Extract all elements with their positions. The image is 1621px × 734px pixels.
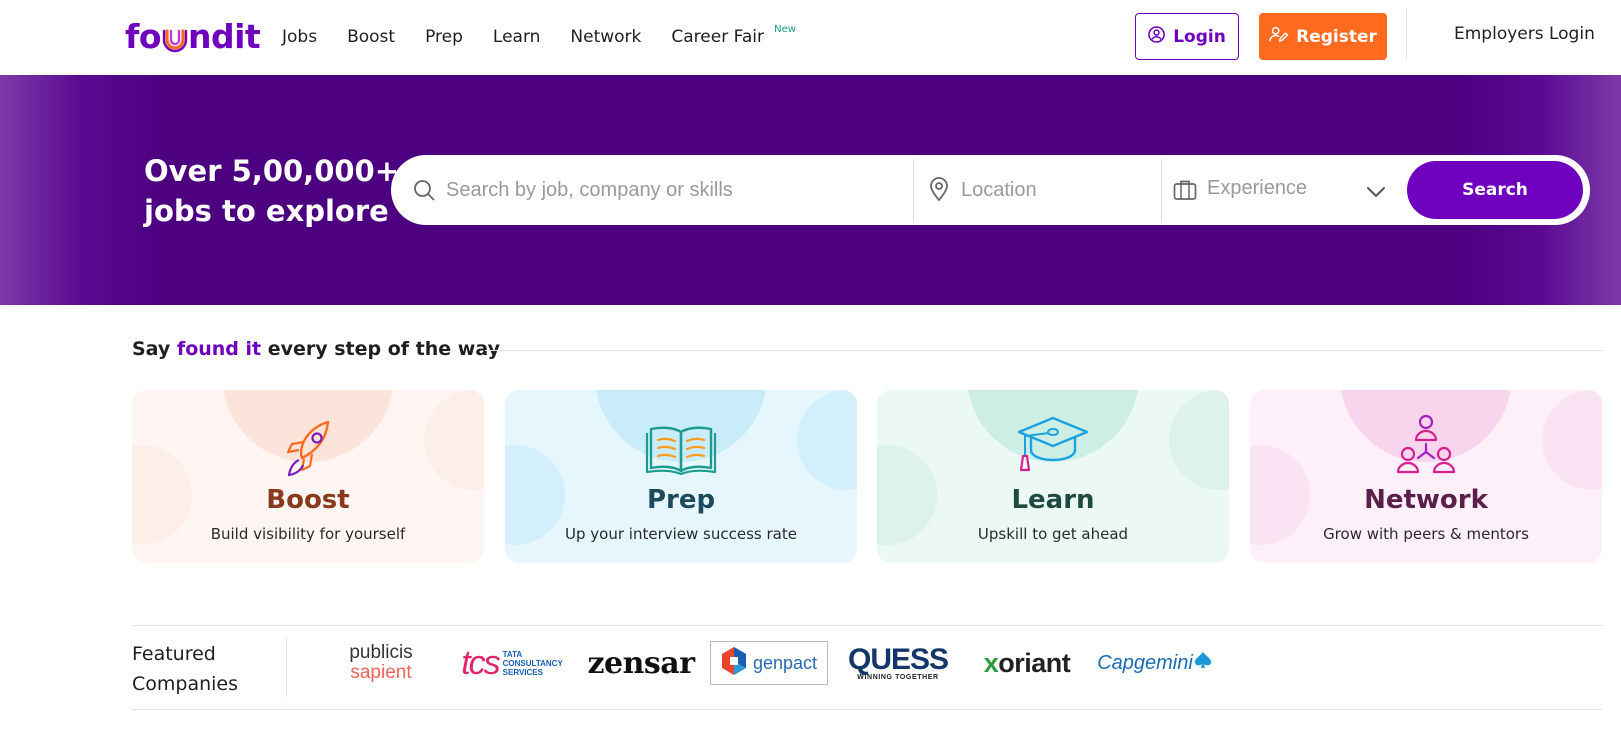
search-input[interactable] xyxy=(446,172,896,208)
publicis-sapient-logo[interactable]: publicis sapient xyxy=(340,643,422,683)
card-subtitle: Upskill to get ahead xyxy=(977,525,1129,543)
header-divider xyxy=(1406,8,1407,60)
hero-banner: Over 5,00,000+ jobs to explore Experienc… xyxy=(0,75,1621,305)
card-title: Prep xyxy=(646,485,716,515)
tcs-logo[interactable]: tcs TATA CONSULTANCY SERVICES xyxy=(452,643,572,683)
network-people-icon xyxy=(1386,410,1466,480)
card-decoration xyxy=(797,390,857,490)
nav-career-fair-label: Career Fair xyxy=(671,27,764,47)
employers-login-link[interactable]: Employers Login xyxy=(1454,24,1595,44)
card-learn[interactable]: Learn Upskill to get ahead xyxy=(877,390,1229,563)
heading-suffix: every step of the way xyxy=(261,338,500,360)
card-subtitle: Up your interview success rate xyxy=(565,525,797,543)
login-label: Login xyxy=(1173,26,1226,47)
user-circle-icon xyxy=(1148,25,1165,48)
featured-label-line1: Featured xyxy=(132,643,216,665)
featured-top-divider xyxy=(132,625,1603,626)
tcs-wordmark: TATA CONSULTANCY SERVICES xyxy=(503,650,563,677)
card-prep[interactable]: Prep Up your interview success rate xyxy=(505,390,857,563)
register-button[interactable]: Register xyxy=(1259,13,1387,60)
location-input[interactable] xyxy=(961,172,1151,208)
experience-placeholder: Experience xyxy=(1207,177,1308,199)
login-button[interactable]: Login xyxy=(1135,13,1239,60)
register-label: Register xyxy=(1296,26,1377,47)
publicis-text: publicis xyxy=(349,642,413,663)
card-subtitle: Grow with peers & mentors xyxy=(1323,525,1529,543)
user-pen-icon xyxy=(1269,26,1289,48)
xoriant-logo[interactable]: x oriant xyxy=(972,643,1082,683)
xoriant-rest: oriant xyxy=(998,647,1071,678)
tcs-line2: CONSULTANCY xyxy=(502,658,563,668)
quess-text: QUESS xyxy=(847,642,949,676)
genpact-text: genpact xyxy=(752,652,818,673)
graduation-cap-icon xyxy=(1013,410,1093,480)
capgemini-spade-icon xyxy=(1193,651,1213,675)
card-title: Boost xyxy=(266,485,350,515)
nav-prep[interactable]: Prep xyxy=(425,24,463,50)
hero-title: Over 5,00,000+ jobs to explore xyxy=(144,151,399,231)
tcs-line3: SERVICES xyxy=(502,667,543,677)
heading-highlight: found it xyxy=(176,338,262,360)
quess-logo[interactable]: QUESS WINNING TOGETHER xyxy=(843,643,953,683)
card-boost[interactable]: Boost Build visibility for yourself xyxy=(132,390,484,563)
nav-network[interactable]: Network xyxy=(570,24,641,50)
featured-divider xyxy=(286,637,287,697)
location-pin-icon xyxy=(929,177,949,206)
capgemini-logo[interactable]: Capgemini xyxy=(1097,643,1213,683)
main-nav: Jobs Boost Prep Learn Network Career Fai… xyxy=(282,24,796,50)
card-subtitle: Build visibility for yourself xyxy=(210,525,406,543)
quess-tagline: WINNING TOGETHER xyxy=(857,673,939,681)
genpact-mark-icon xyxy=(721,646,747,681)
nav-boost[interactable]: Boost xyxy=(347,24,395,50)
hero-title-line1: Over 5,00,000+ xyxy=(144,154,400,188)
card-decoration xyxy=(424,390,484,490)
featured-label-line2: Companies xyxy=(132,673,239,695)
section-heading: Say found it every step of the way xyxy=(132,338,500,360)
card-decoration xyxy=(1542,390,1602,490)
new-badge: New xyxy=(774,24,796,35)
search-divider xyxy=(913,159,914,221)
zensar-logo[interactable]: zensar xyxy=(583,643,699,683)
site-header: fo ndit Jobs Boost Prep Learn Network Ca… xyxy=(0,0,1621,75)
sapient-text: sapient xyxy=(350,662,412,683)
search-icon xyxy=(413,179,435,205)
tcs-line1: TATA xyxy=(502,649,523,659)
card-title: Network xyxy=(1364,485,1488,515)
section-divider xyxy=(485,350,1603,351)
genpact-logo[interactable]: genpact xyxy=(710,641,828,685)
featured-companies-label: Featured Companies xyxy=(132,639,272,699)
xoriant-x: x xyxy=(983,647,999,678)
nav-learn[interactable]: Learn xyxy=(493,24,541,50)
book-icon xyxy=(641,410,721,480)
briefcase-icon xyxy=(1173,179,1197,205)
nav-career-fair[interactable]: Career Fair New xyxy=(671,24,796,50)
capgemini-text: Capgemini xyxy=(1097,651,1193,674)
chevron-down-icon[interactable] xyxy=(1366,183,1386,202)
hero-title-line2: jobs to explore xyxy=(144,194,389,228)
tcs-mark: tcs xyxy=(461,643,500,682)
job-search-bar: Experience Search xyxy=(391,155,1590,225)
rocket-icon xyxy=(268,410,348,480)
card-decoration xyxy=(1169,390,1229,490)
card-network[interactable]: Network Grow with peers & mentors xyxy=(1250,390,1602,563)
card-title: Learn xyxy=(1011,485,1095,515)
svg-text:fo: fo xyxy=(125,17,161,56)
location-divider xyxy=(1161,159,1162,221)
featured-bottom-divider xyxy=(132,709,1603,710)
nav-jobs[interactable]: Jobs xyxy=(282,24,317,50)
heading-prefix: Say xyxy=(132,338,177,360)
svg-text:ndit: ndit xyxy=(188,17,261,56)
search-button[interactable]: Search xyxy=(1407,161,1583,219)
